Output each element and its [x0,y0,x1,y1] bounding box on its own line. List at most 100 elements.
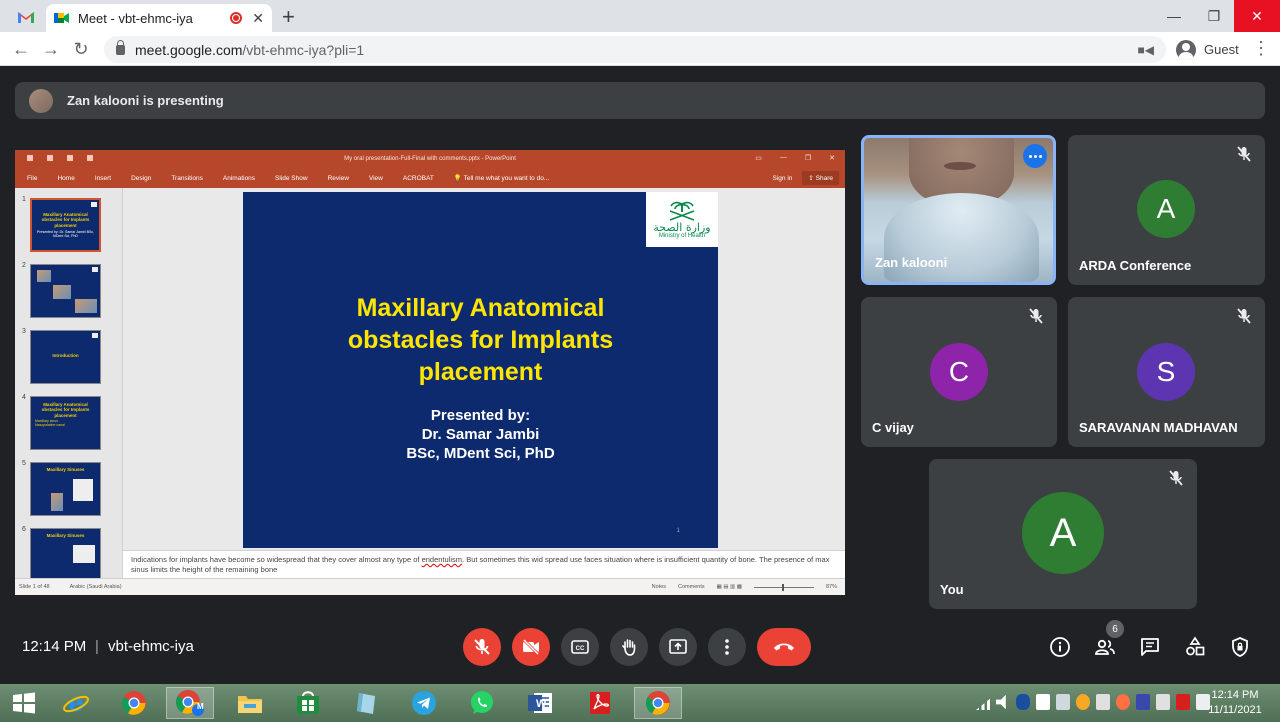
taskbar-chrome[interactable] [110,687,158,719]
ribbon-tab[interactable]: Review [328,175,349,182]
bluetooth-icon[interactable] [1016,694,1030,710]
status-zoom[interactable]: 87% [826,584,837,590]
ribbon-tab[interactable]: Animations [223,175,255,182]
tray-app-icon[interactable] [1116,694,1130,710]
taskbar-store[interactable] [284,687,332,719]
ribbon-tab[interactable]: View [369,175,383,182]
tray-acrobat-icon[interactable] [1176,694,1190,710]
tray-app-icon[interactable] [1056,694,1070,710]
camera-in-use-icon[interactable]: ■◀ [1138,43,1154,57]
ppt-window-title: My oral presentation-Full-Final with com… [344,156,516,162]
notebook-icon [357,693,375,714]
ppt-sign-in[interactable]: Sign in [773,175,793,182]
tray-app-icon[interactable] [1096,694,1110,710]
new-tab-icon[interactable]: + [282,4,295,30]
slide-title-line: obstacles for Implants [347,326,614,354]
activities-button[interactable] [1183,635,1207,659]
ribbon-tab[interactable]: Insert [95,175,111,182]
chat-button[interactable] [1138,635,1162,659]
tray-app-icon[interactable] [1036,694,1050,710]
thumb-star-icon [92,267,98,272]
participant-tile-saravanan[interactable]: S SARAVANAN MADHAVAN [1068,297,1265,447]
minimize-icon[interactable]: — [1154,0,1194,32]
meet-tab[interactable]: Meet - vbt-ehmc-iya ✕ [46,4,272,32]
start-button[interactable] [0,687,48,719]
raise-hand-button[interactable] [610,628,648,666]
ribbon-tab[interactable]: Design [131,175,151,182]
window-close-icon[interactable]: ✕ [1234,0,1280,32]
participant-tile-you[interactable]: A You [929,459,1197,609]
status-notes[interactable]: Notes [652,584,666,590]
slide-thumbnail[interactable]: Maxillary Sinuses [30,462,101,516]
participant-tile-c-vijay[interactable]: C C vijay [861,297,1057,447]
ribbon-tab[interactable]: File [27,175,37,182]
profile-button[interactable]: Guest [1172,36,1247,63]
slide-title-line: Maxillary Anatomical [356,294,605,322]
mic-off-icon [474,639,490,655]
taskbar-notes-app[interactable] [342,687,390,719]
present-button[interactable] [659,628,697,666]
signal-icon[interactable] [976,698,990,710]
thumb-number: 1 [22,196,26,203]
ribbon-tab[interactable]: Home [57,175,74,182]
gmail-tab[interactable] [10,6,42,28]
taskbar-clock[interactable]: 12:14 PM 11/11/2021 [1200,688,1270,718]
store-icon [297,691,319,714]
meeting-details-button[interactable] [1048,635,1072,659]
view-icons[interactable]: ▦ ▤ ▥ ▩ [717,584,742,590]
participant-tile-zan[interactable]: Zan kalooni [861,135,1056,285]
participant-tile-arda[interactable]: A ARDA Conference [1068,135,1265,285]
slide-thumbnail[interactable]: Maxillary Sinuses [30,528,101,578]
zoom-slider[interactable] [753,583,814,591]
ribbon-tab[interactable]: ACROBAT [403,175,434,182]
thumb-number: 4 [22,394,26,401]
taskbar-acrobat[interactable] [576,687,624,719]
volume-icon[interactable] [996,694,1006,710]
slide-thumbnail[interactable] [30,264,101,318]
participant-name: SARAVANAN MADHAVAN [1079,420,1238,435]
address-bar[interactable]: meet.google.com/vbt-ehmc-iya?pli=1 ■◀ [104,36,1166,63]
taskbar-date: 11/11/2021 [1208,704,1262,716]
presenter-avatar [29,88,53,113]
ppt-share-button[interactable]: ⇪ Share [802,171,839,185]
tab-close-icon[interactable]: ✕ [252,10,264,27]
ppt-window-controls: ▭ — ❐ ✕ [755,154,835,162]
taskbar-whatsapp[interactable] [458,687,506,719]
taskbar-chrome-profile[interactable]: M [166,687,214,719]
status-comments[interactable]: Comments [678,584,705,590]
tray-app-icon[interactable] [1076,694,1090,710]
forward-icon[interactable]: → [40,38,62,60]
back-icon[interactable]: ← [10,38,32,60]
tray-app-icon[interactable] [1136,694,1150,710]
more-options-button[interactable] [708,628,746,666]
slide-thumbnail[interactable]: Maxillary Anatomical obstacles for Impla… [30,396,101,450]
taskbar-file-explorer[interactable] [226,687,274,719]
browser-menu-icon[interactable]: ⋮ [1252,38,1270,59]
toggle-camera-button[interactable] [512,628,550,666]
slide-thumbnail[interactable]: Introduction [30,330,101,384]
taskbar-word[interactable]: W [516,687,564,719]
restore-icon[interactable]: ❐ [1194,0,1234,32]
taskbar-ie[interactable]: e [52,687,100,719]
ribbon-tab[interactable]: Slide Show [275,175,308,182]
thumb-number: 5 [22,460,26,467]
people-button[interactable] [1093,635,1117,659]
tray-app-icon[interactable] [1156,694,1170,710]
shared-screen[interactable]: My oral presentation-Full-Final with com… [15,150,845,595]
url-path: /vbt-ehmc-iya?pli=1 [242,41,365,58]
chrome-icon [645,691,670,715]
ribbon-tab[interactable]: Transitions [171,175,203,182]
taskbar-chrome-active[interactable] [634,687,682,719]
slide-thumbnail[interactable]: Maxillary Anatomical obstacles for Impla… [30,198,101,252]
tell-me-box[interactable]: 💡 Tell me what you want to do... [454,174,549,182]
host-controls-button[interactable] [1228,635,1252,659]
speaker-notes[interactable]: Indications for implants have become so … [123,550,845,578]
leave-call-button[interactable] [757,628,811,666]
taskbar-telegram[interactable] [400,687,448,719]
current-slide[interactable]: وزارة الصحة Ministry of Health Maxillary… [243,192,718,548]
toggle-mic-button[interactable] [463,628,501,666]
captions-button[interactable]: CC [561,628,599,666]
reload-icon[interactable]: ↻ [70,38,92,60]
more-options-icon[interactable] [1023,144,1047,168]
lock-icon[interactable] [116,39,125,55]
